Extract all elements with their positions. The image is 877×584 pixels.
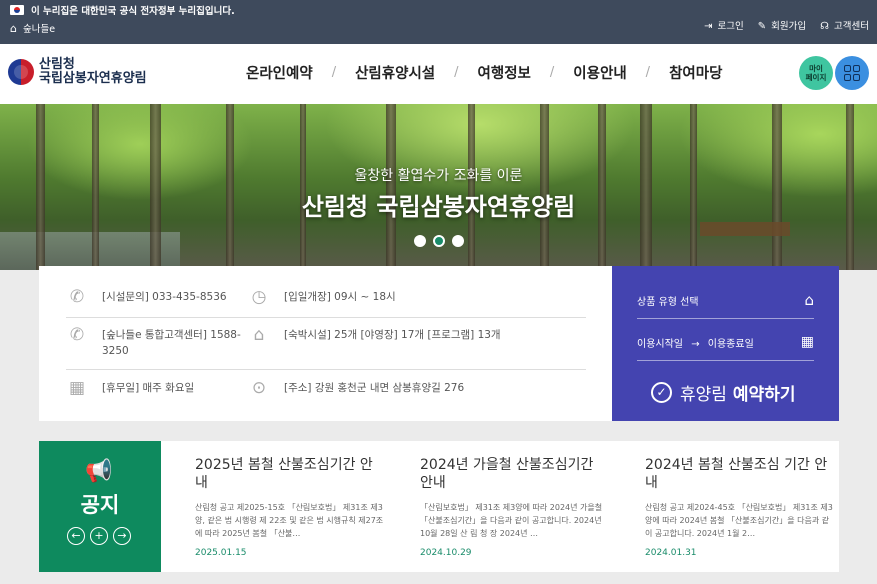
notice-item-date: 2024.01.31 xyxy=(645,548,697,558)
notice-item-title[interactable]: 2025년 봄철 산불조심기간 안내 xyxy=(195,456,385,492)
customer-center-link[interactable]: ☊ 고객센터 xyxy=(820,18,869,32)
nav-separator: / xyxy=(645,65,651,80)
logo-site: 국립삼봉자연휴양림 xyxy=(39,70,147,86)
date-range-select[interactable]: 이용시작일 → 이용종료일 ▦ xyxy=(637,334,814,350)
hero-subtitle: 울창한 활엽수가 조화를 이룬 xyxy=(354,168,523,184)
phone-icon: ✆ xyxy=(69,325,85,345)
login-icon: ⇥ xyxy=(704,21,713,32)
signup-link[interactable]: ✎ 회원가입 xyxy=(758,18,806,32)
notice-item-body: 산림청 공고 제2025-15호 「산림보호법」 제31조 제3양, 같은 법 … xyxy=(195,503,384,538)
notice-item[interactable]: 2025년 봄철 산불조심기간 안내 산림청 공고 제2025-15호 「산림보… xyxy=(195,456,385,558)
slide-dot-3[interactable] xyxy=(452,235,464,247)
booking-panel: 상품 유형 선택 ⌂ 이용시작일 → 이용종료일 ▦ ✓ 휴양림 예약하기 xyxy=(612,266,839,421)
nav-separator: / xyxy=(549,65,555,80)
login-link[interactable]: ⇥ 로그인 xyxy=(704,18,744,32)
hero-title: 산림청 국립삼봉자연휴양림 xyxy=(301,193,576,221)
slide-indicators xyxy=(414,235,464,247)
clock-icon: ◷ xyxy=(251,287,267,307)
nav-separator: / xyxy=(454,65,459,80)
site-name[interactable]: 숲나들e xyxy=(23,21,55,35)
main-nav: 온라인예약 / 산림휴양시설 / 여행정보 / 이용안내 / 참여마당 xyxy=(246,62,722,83)
headset-icon: ☊ xyxy=(820,21,830,32)
notice-title: 공지 xyxy=(80,493,120,517)
notice-item-date: 2025.01.15 xyxy=(195,548,247,558)
nav-online-reservation[interactable]: 온라인예약 xyxy=(246,62,313,83)
info-facilities: ⌂ [숙박시설] 25개 [야영장] 17개 [프로그램] 13개 xyxy=(248,324,588,346)
notice-controls: ← + → xyxy=(67,527,131,545)
product-type-select[interactable]: 상품 유형 선택 ⌂ xyxy=(637,291,814,309)
info-hours: ◷ [입일개장] 09시 ~ 18시 xyxy=(248,286,578,308)
info-phone: ✆ [시설문의] 033-435-8536 xyxy=(66,286,256,308)
signup-icon: ✎ xyxy=(757,21,767,32)
site-home-link[interactable]: ⌂ 숲나들e xyxy=(10,21,55,36)
start-date[interactable]: 이용시작일 xyxy=(637,339,683,350)
calendar-icon: ▦ xyxy=(800,334,814,350)
divider xyxy=(66,317,586,318)
slide-dot-1[interactable] xyxy=(414,235,426,247)
notice-item-title[interactable]: 2024년 봄철 산불조심 기간 안내 xyxy=(645,456,835,492)
logo-agency: 산림청 xyxy=(39,57,75,72)
wooden-deck-image xyxy=(700,222,790,236)
government-emblem-icon xyxy=(8,58,34,85)
calendar-icon: ▦ xyxy=(68,378,86,398)
notice-item-date: 2024.10.29 xyxy=(420,548,472,558)
reserve-button[interactable]: ✓ 휴양림 예약하기 xyxy=(651,380,795,405)
megaphone-icon: 📢 xyxy=(85,459,113,484)
slide-dot-2[interactable] xyxy=(433,235,445,247)
mypage-button[interactable]: 마이 페이지 xyxy=(799,56,833,90)
notice-list: 2025년 봄철 산불조심기간 안내 산림청 공고 제2025-15호 「산림보… xyxy=(161,441,839,572)
notice-item-body: 산림청 공고 제2024-45호 「산림보호법」 제31조 제3양에 따라 20… xyxy=(645,503,833,538)
notice-item[interactable]: 2024년 봄철 산불조심 기간 안내 산림청 공고 제2024-45호 「산림… xyxy=(645,456,835,558)
utility-links: ⇥ 로그인 ✎ 회원가입 ☊ 고객센터 xyxy=(704,18,869,32)
nav-separator: / xyxy=(331,65,337,80)
nav-facilities[interactable]: 산림휴양시설 xyxy=(355,62,435,83)
gov-notice-text: 이 누리집은 대한민국 공식 전자정부 누리집입니다. xyxy=(31,6,235,17)
hero-banner: 울창한 활엽수가 조화를 이룬 산림청 국립삼봉자연휴양림 xyxy=(0,104,877,270)
all-menu-button[interactable] xyxy=(835,56,869,90)
arrow-right-icon: → xyxy=(691,338,700,350)
notice-item-title[interactable]: 2024년 가을철 산불조심기간 안내 xyxy=(420,456,610,492)
facility-info: ✆ [시설문의] 033-435-8536 ◷ [입일개장] 09시 ~ 18시… xyxy=(39,266,612,421)
gov-banner: 이 누리집은 대한민국 공식 전자정부 누리집입니다. ⌂ 숲나들e ⇥ 로그인 … xyxy=(0,0,877,44)
notice-item[interactable]: 2024년 가을철 산불조심기간 안내 「산림보호법」 제31조 제3양에 따라… xyxy=(420,456,610,558)
house-icon: ⌂ xyxy=(804,291,814,309)
gov-notice: 이 누리집은 대한민국 공식 전자정부 누리집입니다. xyxy=(10,3,235,17)
info-holiday: ▦ [휴무일] 매주 화요일 xyxy=(66,377,256,399)
more-icon[interactable]: + xyxy=(90,527,108,545)
end-date[interactable]: 이용종료일 xyxy=(708,339,754,350)
korea-flag-icon xyxy=(10,5,24,15)
nav-usage-guide[interactable]: 이용안내 xyxy=(573,62,626,83)
nav-community[interactable]: 참여마당 xyxy=(669,62,722,83)
notice-item-body: 「산림보호법」 제31조 제3양에 따라 2024년 가을철 「산불조심기간」을… xyxy=(420,503,603,538)
prev-icon[interactable]: ← xyxy=(67,527,85,545)
info-call-center: ✆ [숲나들e 통합고객센터] 1588-3250 xyxy=(66,324,264,359)
notice-tab[interactable]: 📢 공지 ← + → xyxy=(39,441,169,572)
home-icon: ⌂ xyxy=(10,21,17,35)
location-pin-icon: ⊙ xyxy=(251,378,267,398)
divider xyxy=(66,369,586,370)
next-icon[interactable]: → xyxy=(113,527,131,545)
logo[interactable]: 산림청 국립삼봉자연휴양림 xyxy=(8,58,147,85)
grid-icon xyxy=(844,65,851,72)
check-circle-icon: ✓ xyxy=(651,382,672,403)
phone-icon: ✆ xyxy=(69,287,85,307)
site-header: 산림청 국립삼봉자연휴양림 온라인예약 / 산림휴양시설 / 여행정보 / 이용… xyxy=(0,44,877,104)
house-icon: ⌂ xyxy=(253,325,265,345)
nav-travel-info[interactable]: 여행정보 xyxy=(478,62,531,83)
info-address: ⊙ [주소] 강원 홍천군 내면 삼봉휴양길 276 xyxy=(248,377,588,399)
